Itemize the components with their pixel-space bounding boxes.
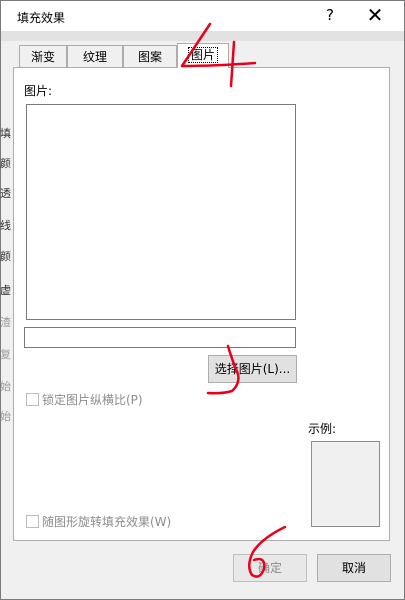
- picture-panel: 图片: 选择图片(L)... 锁定图片纵横比(P) 示例: 随图形旋转填充效果(…: [13, 67, 390, 541]
- help-icon[interactable]: ?: [322, 6, 338, 24]
- tab-gradient[interactable]: 渐变: [19, 45, 67, 67]
- picture-label: 图片:: [24, 84, 53, 98]
- lock-aspect-checkbox[interactable]: [26, 393, 39, 406]
- tab-pattern[interactable]: 图案: [123, 45, 177, 67]
- close-icon[interactable]: ✕: [365, 3, 385, 27]
- example-preview: [311, 441, 380, 527]
- background-toolbar-strip: [1, 31, 404, 41]
- select-picture-button[interactable]: 选择图片(L)...: [208, 355, 297, 383]
- background-letter: 虚: [0, 284, 11, 297]
- rotate-with-shape-label: 随图形旋转填充效果(W): [42, 515, 172, 529]
- title-bar: 填充效果 ? ✕: [1, 1, 404, 31]
- lock-aspect-label: 锁定图片纵横比(P): [42, 393, 143, 407]
- background-letter: 始: [0, 380, 11, 393]
- background-letter: 颜: [0, 157, 11, 170]
- background-letter: 填: [0, 127, 11, 140]
- tab-texture[interactable]: 纹理: [67, 45, 123, 67]
- tab-picture[interactable]: 图片: [177, 43, 229, 68]
- cancel-button[interactable]: 取消: [317, 554, 391, 582]
- background-letter: 透: [0, 187, 11, 200]
- rotate-with-shape-checkbox[interactable]: [26, 515, 39, 528]
- picture-preview: [26, 104, 296, 320]
- background-letter: 线: [0, 219, 11, 232]
- background-letter: 复: [0, 348, 11, 361]
- example-label: 示例:: [308, 422, 337, 436]
- file-path-field[interactable]: [24, 327, 296, 348]
- dialog-title: 填充效果: [17, 11, 66, 25]
- background-letter: 颜: [0, 250, 11, 263]
- fill-effects-dialog: 填充效果 ? ✕ 渐变 纹理 图案 图片 图片: 选择图片(L)... 锁定图片…: [0, 0, 405, 600]
- ok-button[interactable]: 确定: [233, 554, 307, 582]
- background-letter: 渣: [0, 316, 11, 329]
- background-letter: 始: [0, 410, 11, 423]
